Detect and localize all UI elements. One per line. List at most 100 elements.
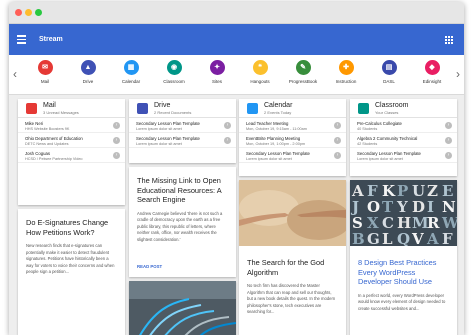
list-item[interactable]: Josh Coguas HCSD / Pelwee Partnership Vid… <box>18 148 125 163</box>
app-launcher-calendar[interactable]: ▦ Calendar <box>111 60 151 84</box>
minimize-window-button[interactable] <box>25 9 32 16</box>
chevron-right-icon[interactable]: › <box>445 122 452 129</box>
mail-icon: ✉ <box>37 60 53 75</box>
letterpress-image: A F K P U Z EJ O T Y D I NS X C H MR WB G L Q V A F <box>350 180 457 248</box>
classroom-icon: ◉ <box>166 60 182 75</box>
sites-icon: ✦ <box>209 60 225 75</box>
read-post-link[interactable]: READ POST <box>137 264 162 269</box>
app-launcher-drive[interactable]: ▲ Drive <box>68 60 108 84</box>
list-item[interactable]: Secondary Lesson Plan Template Lorem ipsu… <box>350 148 457 163</box>
app-label: DASL <box>383 79 395 84</box>
app-label: Classroom <box>163 79 185 84</box>
maximize-window-button[interactable] <box>35 9 42 16</box>
hamburger-menu-icon[interactable] <box>17 35 26 44</box>
drive-card: Drive 2 Recent Documents Secondary Lesson … <box>129 99 236 163</box>
article-title[interactable]: The Search for the God Algorithm <box>247 258 338 277</box>
classroom-icon <box>358 103 369 114</box>
item-title: Secondary Lesson Plan Template <box>136 121 200 126</box>
article-card[interactable]: AFKPUZEJOTYDINSXCHMRWBGLQVAF 8 Design Be… <box>350 180 457 335</box>
list-item[interactable]: Ohio Department of Education DETC News an… <box>18 133 125 148</box>
drive-card-header[interactable]: Drive 2 Recent Documents <box>129 99 236 118</box>
window-titlebar <box>9 2 464 24</box>
app-label: Edinsight <box>422 79 442 84</box>
item-subtitle: HCSD / Pelwee Partnership Video <box>25 156 83 161</box>
item-title: Mike Neri <box>25 121 44 126</box>
app-label: Sites <box>211 79 222 84</box>
app-launcher-dasl[interactable]: ▤ DASL <box>369 60 409 84</box>
list-item[interactable]: Pre-Calculus Collegiate 40 Students › <box>350 118 457 133</box>
mail-icon <box>26 103 37 114</box>
list-item[interactable]: Lead Teacher Meeting Mon, October 19, 9:1… <box>239 118 346 133</box>
list-item[interactable]: Secondary Lesson Plan Template Lorem ipsu… <box>129 133 236 148</box>
chevron-right-icon[interactable]: › <box>334 137 341 144</box>
item-title: Secondary Lesson Plan Template <box>136 136 200 141</box>
scroll-right-chevron-icon[interactable]: › <box>456 68 460 80</box>
article-card[interactable]: The Missing Link to Open Educational Res… <box>129 167 236 277</box>
article-card[interactable]: The Search for the God Algorithm No tech… <box>239 180 346 335</box>
creation-of-adam-image <box>239 180 346 246</box>
app-launcher-classroom[interactable]: ◉ Classroom <box>154 60 194 84</box>
app-launcher-instruction[interactable]: ✚ Instruction <box>326 60 366 84</box>
apps-grid-icon[interactable] <box>445 36 453 44</box>
card-subtitle: 2 Recent Documents <box>154 110 192 115</box>
card-subtitle: 2 Events Today <box>264 110 292 115</box>
chevron-right-icon[interactable]: › <box>224 137 231 144</box>
hangouts-icon: ❝ <box>252 60 268 75</box>
article-title[interactable]: The Missing Link to Open Educational Res… <box>137 176 228 205</box>
article-image-card[interactable] <box>129 281 236 335</box>
list-item[interactable]: Secondary Lesson Plan Template Lorem ipsu… <box>129 118 236 133</box>
chevron-right-icon[interactable]: › <box>113 137 120 144</box>
item-title: Lead Teacher Meeting <box>246 121 289 126</box>
article-title[interactable]: 8 Design Best Practices Every WordPress … <box>358 258 449 287</box>
app-launcher-mail[interactable]: ✉ Mail <box>25 60 65 84</box>
page-title: Stream <box>39 36 63 43</box>
drive-icon: ▲ <box>80 60 96 75</box>
mail-card-header[interactable]: Mail 3 Unread Messages <box>18 99 125 118</box>
scroll-left-chevron-icon[interactable]: ‹ <box>13 68 17 80</box>
item-subtitle: Lorem ipsum dolor sit amet <box>246 156 292 161</box>
item-title: Secondary Lesson Plan Template <box>357 151 421 156</box>
close-window-button[interactable] <box>15 9 22 16</box>
list-item[interactable]: Algebra 2 Community Technical 42 Students… <box>350 133 457 148</box>
mail-card: Mail 3 Unread Messages Mike Neri HHS Websit… <box>18 99 125 205</box>
item-subtitle: Lorem ipsum dolor sit amet <box>136 141 182 146</box>
list-item[interactable]: Secondary Lesson Plan Template Lorem ipsu… <box>239 148 346 163</box>
list-item[interactable]: Mike Neri HHS Website Boosters 9K › <box>18 118 125 133</box>
item-subtitle: DETC News and Updates <box>25 141 69 146</box>
calendar-icon <box>247 103 258 114</box>
chevron-right-icon[interactable]: › <box>113 152 120 159</box>
letterpress-glyph: A <box>426 230 439 246</box>
app-label: ProgressBook <box>288 79 318 84</box>
chevron-right-icon[interactable]: › <box>224 122 231 129</box>
card-subtitle: 3 Unread Messages <box>43 110 79 115</box>
chevron-right-icon[interactable]: › <box>113 122 120 129</box>
calendar-card-header[interactable]: Calendar 2 Events Today <box>239 99 346 118</box>
chevron-right-icon[interactable]: › <box>334 122 341 129</box>
app-launcher-progressbook[interactable]: ✎ ProgressBook <box>283 60 323 84</box>
letterpress-glyph: F <box>442 230 453 246</box>
chevron-right-icon[interactable]: › <box>445 137 452 144</box>
browser-window: Stream ‹ › ✉ Mail ▲ Drive ▦ Calendar ◉ Classroo… <box>9 2 464 335</box>
chevron-right-icon[interactable]: › <box>334 152 341 159</box>
drive-icon <box>137 103 148 114</box>
letterpress-glyph: B <box>352 230 365 246</box>
calendar-icon: ▦ <box>123 60 139 75</box>
article-card[interactable]: Do E-Signatures Change How Petitions Wor… <box>18 209 125 335</box>
dasl-icon: ▤ <box>381 60 397 75</box>
app-launcher-sites[interactable]: ✦ Sites <box>197 60 237 84</box>
app-label: Drive <box>82 79 94 84</box>
article-title[interactable]: Do E-Signatures Change How Petitions Wor… <box>26 218 117 237</box>
app-launcher-edinsight[interactable]: ◆ Edinsight <box>412 60 452 84</box>
list-item[interactable]: EventBrite Planning Meeting Mon, October … <box>239 133 346 148</box>
app-label: Mail <box>40 79 50 84</box>
chevron-right-icon[interactable]: › <box>445 152 452 159</box>
calendar-card: Calendar 2 Events Today Lead Teacher Meeti… <box>239 99 346 176</box>
item-subtitle: 42 Students <box>357 141 378 146</box>
classroom-card-header[interactable]: Classroom Your Classes <box>350 99 457 118</box>
app-launcher-hangouts[interactable]: ❝ Hangouts <box>240 60 280 84</box>
article-excerpt: Andrew Carnegie believed 'there is not s… <box>137 210 223 242</box>
letterpress-glyph: G <box>367 230 380 246</box>
card-title: Mail <box>43 102 56 109</box>
item-subtitle: 40 Students <box>357 126 378 131</box>
apps-launcher-row: ‹ › ✉ Mail ▲ Drive ▦ Calendar ◉ Classroom ✦ Sites… <box>9 55 464 95</box>
